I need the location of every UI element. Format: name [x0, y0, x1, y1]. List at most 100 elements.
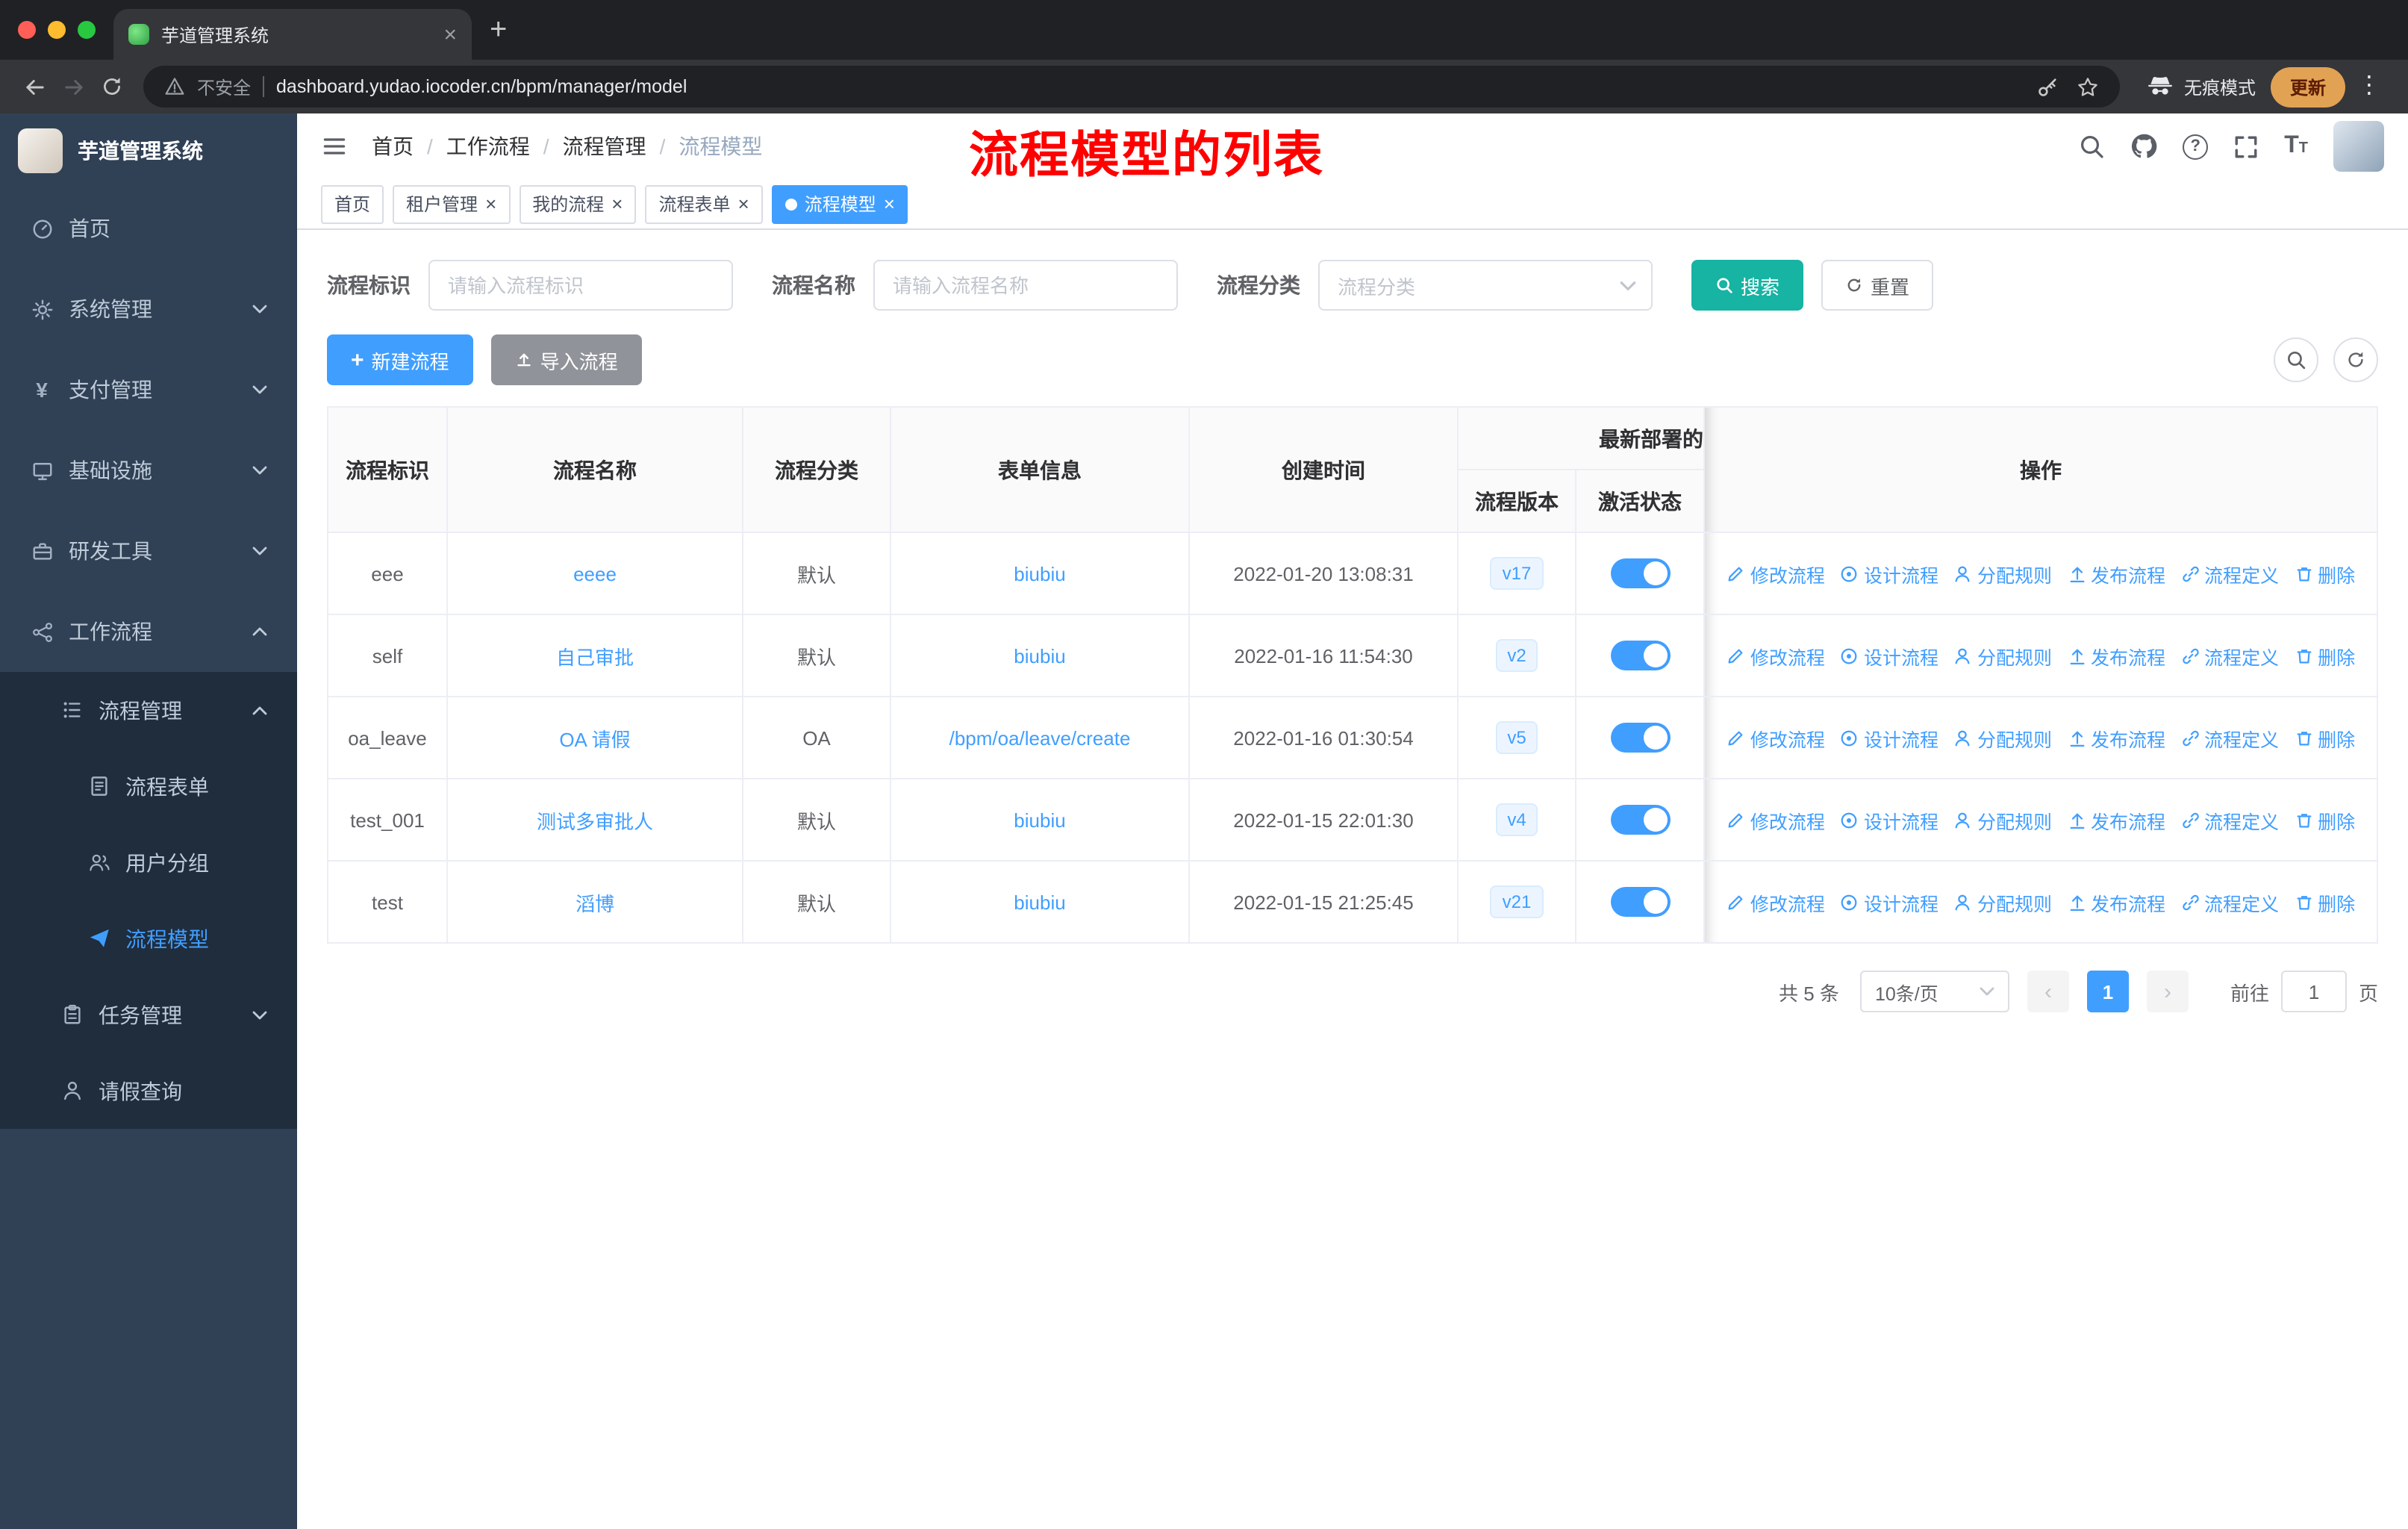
- assign-rule-link[interactable]: 分配规则: [1953, 723, 2052, 752]
- tag-home[interactable]: 首页: [321, 184, 384, 223]
- back-button[interactable]: [15, 67, 54, 106]
- tag-process-model[interactable]: 流程模型 ×: [771, 184, 908, 223]
- publish-process-link[interactable]: 发布流程: [2067, 888, 2165, 916]
- reset-button[interactable]: 重置: [1821, 260, 1934, 311]
- search-icon[interactable]: [2078, 133, 2105, 160]
- browser-update-button[interactable]: 更新: [2270, 66, 2345, 107]
- process-name-link[interactable]: eeee: [573, 562, 617, 585]
- status-toggle[interactable]: [1610, 641, 1670, 670]
- edit-process-link[interactable]: 修改流程: [1727, 559, 1825, 588]
- publish-process-link[interactable]: 发布流程: [2067, 806, 2165, 834]
- sidebar-item-user-group[interactable]: 用户分组: [0, 824, 297, 900]
- delete-process-link[interactable]: 删除: [2294, 888, 2355, 916]
- process-definition-link[interactable]: 流程定义: [2180, 559, 2279, 588]
- search-button[interactable]: 搜索: [1691, 260, 1804, 311]
- status-toggle[interactable]: [1610, 558, 1670, 588]
- font-size-icon[interactable]: TT: [2284, 133, 2308, 160]
- prev-page-button[interactable]: ‹: [2027, 971, 2069, 1012]
- tab-close-icon[interactable]: ×: [443, 23, 457, 46]
- close-icon[interactable]: ×: [485, 194, 496, 214]
- design-process-link[interactable]: 设计流程: [1840, 723, 1938, 752]
- close-icon[interactable]: ×: [611, 194, 623, 214]
- process-name-link[interactable]: OA 请假: [559, 728, 630, 750]
- assign-rule-link[interactable]: 分配规则: [1953, 888, 2052, 916]
- tag-my-process[interactable]: 我的流程 ×: [519, 184, 637, 223]
- delete-process-link[interactable]: 删除: [2294, 723, 2355, 752]
- sidebar-collapse-icon[interactable]: [321, 133, 348, 160]
- page-size-select[interactable]: 10条/页: [1859, 971, 2009, 1012]
- breadcrumb-workflow[interactable]: 工作流程: [446, 131, 530, 161]
- toggle-search-button[interactable]: [2274, 337, 2318, 382]
- edit-process-link[interactable]: 修改流程: [1727, 723, 1825, 752]
- sidebar-item-infrastructure[interactable]: 基础设施: [0, 430, 297, 511]
- avatar[interactable]: [2333, 121, 2384, 172]
- design-process-link[interactable]: 设计流程: [1840, 641, 1938, 670]
- forward-button[interactable]: [54, 67, 93, 106]
- process-name-link[interactable]: 自己审批: [556, 646, 634, 668]
- assign-rule-link[interactable]: 分配规则: [1953, 641, 2052, 670]
- assign-rule-link[interactable]: 分配规则: [1953, 806, 2052, 834]
- sidebar-item-home[interactable]: 首页: [0, 188, 297, 269]
- sidebar-item-task-management[interactable]: 任务管理: [0, 977, 297, 1053]
- process-definition-link[interactable]: 流程定义: [2180, 723, 2279, 752]
- breadcrumb-process-management[interactable]: 流程管理: [563, 131, 646, 161]
- next-page-button[interactable]: ›: [2146, 971, 2189, 1012]
- edit-process-link[interactable]: 修改流程: [1727, 641, 1825, 670]
- sidebar-item-process-form[interactable]: 流程表单: [0, 748, 297, 824]
- process-key-input[interactable]: [428, 260, 733, 311]
- sidebar-item-process-model[interactable]: 流程模型: [0, 900, 297, 977]
- design-process-link[interactable]: 设计流程: [1840, 888, 1938, 916]
- import-process-button[interactable]: 导入流程: [490, 334, 642, 385]
- close-window-button[interactable]: [18, 21, 36, 39]
- delete-process-link[interactable]: 删除: [2294, 641, 2355, 670]
- status-toggle[interactable]: [1610, 805, 1670, 835]
- close-icon[interactable]: ×: [738, 194, 749, 214]
- form-info-link[interactable]: biubiu: [1014, 891, 1065, 913]
- status-toggle[interactable]: [1610, 723, 1670, 753]
- process-definition-link[interactable]: 流程定义: [2180, 888, 2279, 916]
- publish-process-link[interactable]: 发布流程: [2067, 723, 2165, 752]
- status-toggle[interactable]: [1610, 887, 1670, 917]
- delete-process-link[interactable]: 删除: [2294, 806, 2355, 834]
- assign-rule-link[interactable]: 分配规则: [1953, 559, 2052, 588]
- sidebar-item-payment[interactable]: ¥ 支付管理: [0, 349, 297, 430]
- form-info-link[interactable]: biubiu: [1014, 644, 1065, 667]
- sidebar-item-process-management[interactable]: 流程管理: [0, 672, 297, 748]
- form-info-link[interactable]: biubiu: [1014, 562, 1065, 585]
- process-definition-link[interactable]: 流程定义: [2180, 641, 2279, 670]
- form-info-link[interactable]: /bpm/oa/leave/create: [949, 726, 1131, 749]
- zoom-window-button[interactable]: [78, 21, 96, 39]
- delete-process-link[interactable]: 删除: [2294, 559, 2355, 588]
- edit-process-link[interactable]: 修改流程: [1727, 888, 1825, 916]
- github-icon[interactable]: [2130, 133, 2157, 160]
- form-info-link[interactable]: biubiu: [1014, 809, 1065, 831]
- tag-process-form[interactable]: 流程表单 ×: [645, 184, 763, 223]
- sidebar-item-devtools[interactable]: 研发工具: [0, 511, 297, 591]
- bookmark-star-icon[interactable]: [2077, 75, 2099, 98]
- breadcrumb-home[interactable]: 首页: [372, 131, 414, 161]
- refresh-table-button[interactable]: [2333, 337, 2378, 382]
- process-definition-link[interactable]: 流程定义: [2180, 806, 2279, 834]
- reload-button[interactable]: [93, 67, 131, 106]
- sidebar-item-leave-query[interactable]: 请假查询: [0, 1053, 297, 1129]
- address-bar[interactable]: 不安全 dashboard.yudao.iocoder.cn/bpm/manag…: [143, 66, 2120, 108]
- url-text[interactable]: dashboard.yudao.iocoder.cn/bpm/manager/m…: [276, 76, 2024, 97]
- browser-tab[interactable]: 芋道管理系统 ×: [113, 9, 472, 60]
- publish-process-link[interactable]: 发布流程: [2067, 559, 2165, 588]
- category-select[interactable]: 流程分类: [1318, 260, 1653, 311]
- process-name-link[interactable]: 测试多审批人: [537, 810, 653, 832]
- browser-menu-icon[interactable]: ⋮: [2357, 74, 2381, 99]
- current-page-button[interactable]: 1: [2086, 971, 2129, 1012]
- design-process-link[interactable]: 设计流程: [1840, 806, 1938, 834]
- create-process-button[interactable]: + 新建流程: [327, 334, 473, 385]
- edit-process-link[interactable]: 修改流程: [1727, 806, 1825, 834]
- fullscreen-icon[interactable]: [2233, 134, 2259, 159]
- publish-process-link[interactable]: 发布流程: [2067, 641, 2165, 670]
- password-key-icon[interactable]: [2036, 75, 2059, 98]
- tag-tenant-management[interactable]: 租户管理 ×: [393, 184, 511, 223]
- sidebar-item-system[interactable]: 系统管理: [0, 269, 297, 349]
- close-icon[interactable]: ×: [884, 194, 895, 214]
- goto-page-input[interactable]: [2280, 971, 2347, 1012]
- minimize-window-button[interactable]: [48, 21, 66, 39]
- design-process-link[interactable]: 设计流程: [1840, 559, 1938, 588]
